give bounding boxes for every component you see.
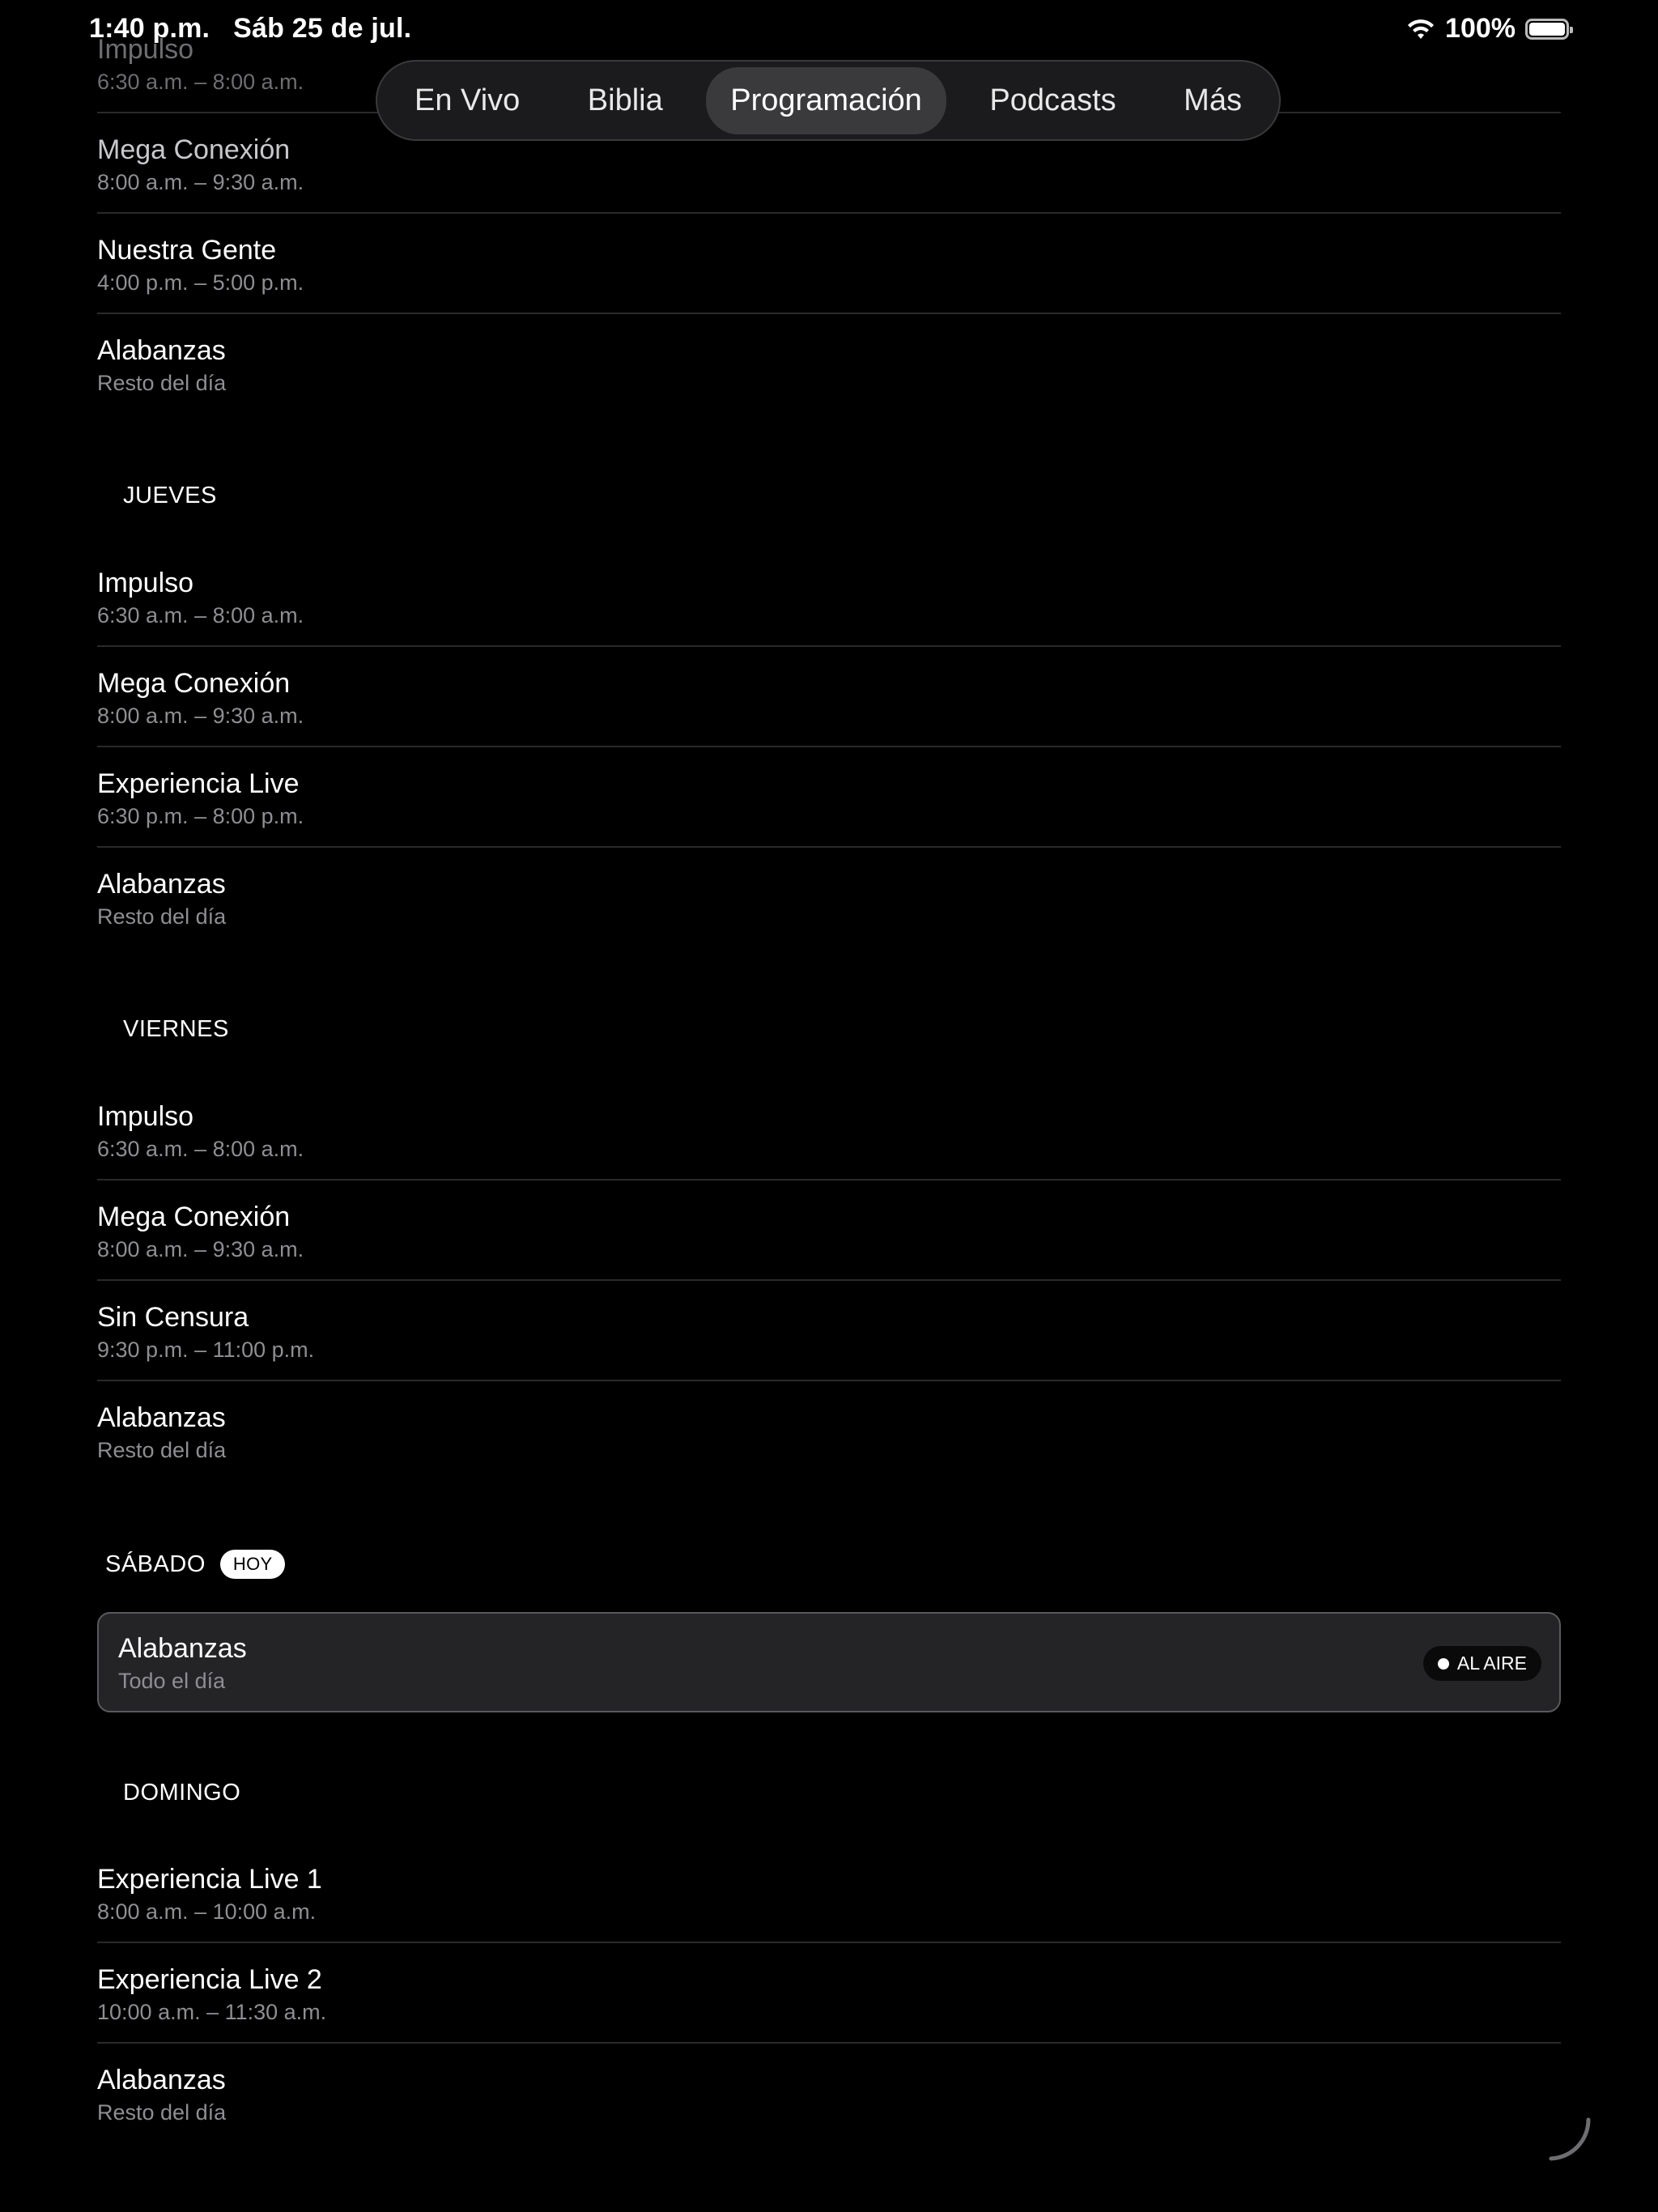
program-title: Experiencia Live [97,768,300,799]
program-time: 9:30 p.m. – 11:00 p.m. [97,1338,315,1362]
section-header-sabado: SÁBADO HOY [105,1550,286,1579]
schedule-row[interactable]: Mega Conexión 8:00 a.m. – 9:30 a.m. [97,647,1561,747]
tab-mas[interactable]: Más [1159,67,1266,134]
program-title: Nuestra Gente [97,235,277,266]
today-badge: HOY [219,1550,286,1579]
program-title: Impulso [97,1101,194,1132]
section-title: VIERNES [123,1016,229,1042]
battery-percent: 100% [1445,13,1516,44]
program-title: Alabanzas [118,1633,247,1664]
program-title: Experiencia Live 2 [97,1964,322,1995]
program-time: 8:00 a.m. – 9:30 a.m. [97,170,304,194]
program-time: 6:30 a.m. – 8:00 a.m. [97,70,304,94]
program-title: Impulso [97,568,194,598]
schedule-row[interactable]: Experiencia Live 1 8:00 a.m. – 10:00 a.m… [97,1843,1561,1943]
status-date: Sáb 25 de jul. [233,13,412,44]
battery-icon [1525,18,1573,40]
program-title: Experiencia Live 1 [97,1864,322,1895]
program-title: Sin Censura [97,1302,249,1333]
program-time: 8:00 a.m. – 10:00 a.m. [97,1899,317,1924]
schedule-row[interactable]: Experiencia Live 6:30 p.m. – 8:00 p.m. [97,747,1561,848]
section-title: JUEVES [123,483,217,508]
program-time: Resto del día [97,1438,227,1462]
schedule-row[interactable]: Alabanzas Resto del día [97,314,1561,415]
wifi-icon [1408,19,1435,39]
schedule-row[interactable]: Impulso 6:30 a.m. – 8:00 a.m. [97,1080,1561,1180]
current-program-card[interactable]: Alabanzas Todo el día AL AIRE [97,1612,1561,1712]
program-time: 6:30 p.m. – 8:00 p.m. [97,804,304,828]
program-time: 4:00 p.m. – 5:00 p.m. [97,270,304,295]
schedule-row[interactable]: Alabanzas Resto del día [97,848,1561,948]
program-title: Mega Conexión [97,668,291,699]
program-time: 10:00 a.m. – 11:30 a.m. [97,2000,327,2024]
schedule-row[interactable]: Sin Censura 9:30 p.m. – 11:00 p.m. [97,1281,1561,1381]
program-title: Alabanzas [97,335,226,366]
schedule-row[interactable]: Alabanzas Resto del día [97,1381,1561,1482]
program-time: 8:00 a.m. – 9:30 a.m. [97,704,304,728]
section-title: DOMINGO [123,1780,241,1806]
program-title: Alabanzas [97,2065,226,2095]
schedule-row[interactable]: Experiencia Live 2 10:00 a.m. – 11:30 a.… [97,1943,1561,2044]
battery-fill [1529,22,1565,36]
program-time: Todo el día [118,1669,226,1693]
section-title: SÁBADO [105,1551,206,1577]
program-time: 8:00 a.m. – 9:30 a.m. [97,1237,304,1261]
program-time: Resto del día [97,904,227,929]
live-badge: AL AIRE [1422,1646,1541,1681]
schedule-row[interactable]: Alabanzas Resto del día [97,2044,1561,2144]
section-header-viernes: VIERNES [123,1016,229,1043]
program-time: Resto del día [97,371,227,395]
section-header-jueves: JUEVES [123,483,217,509]
resize-handle-icon[interactable] [1545,2115,1593,2163]
tab-biblia[interactable]: Biblia [563,67,687,134]
program-time: 6:30 a.m. – 8:00 a.m. [97,1137,304,1161]
tab-bar: En Vivo Biblia Programación Podcasts Más [376,60,1281,141]
live-badge-label: AL AIRE [1456,1653,1527,1674]
schedule-row[interactable]: Mega Conexión 8:00 a.m. – 9:30 a.m. [97,1180,1561,1281]
live-dot-icon [1437,1657,1449,1670]
status-bar: 1:40 p.m. Sáb 25 de jul. 100% [0,0,1658,57]
tab-programacion[interactable]: Programación [706,66,946,134]
schedule-row[interactable]: Impulso 6:30 a.m. – 8:00 a.m. [97,547,1561,647]
section-header-domingo: DOMINGO [123,1780,240,1806]
tab-podcasts[interactable]: Podcasts [965,67,1140,134]
program-title: Mega Conexión [97,134,291,165]
program-time: Resto del día [97,2100,227,2125]
status-time-date: 1:40 p.m. Sáb 25 de jul. [89,13,411,45]
status-indicators: 100% [1406,13,1573,45]
program-title: Alabanzas [97,869,226,900]
program-time: 6:30 a.m. – 8:00 a.m. [97,603,304,627]
program-title: Mega Conexión [97,1202,291,1232]
schedule-row[interactable]: Nuestra Gente 4:00 p.m. – 5:00 p.m. [97,214,1561,314]
status-time: 1:40 p.m. [89,13,210,44]
tab-en-vivo[interactable]: En Vivo [390,67,544,134]
program-title: Alabanzas [97,1402,226,1433]
